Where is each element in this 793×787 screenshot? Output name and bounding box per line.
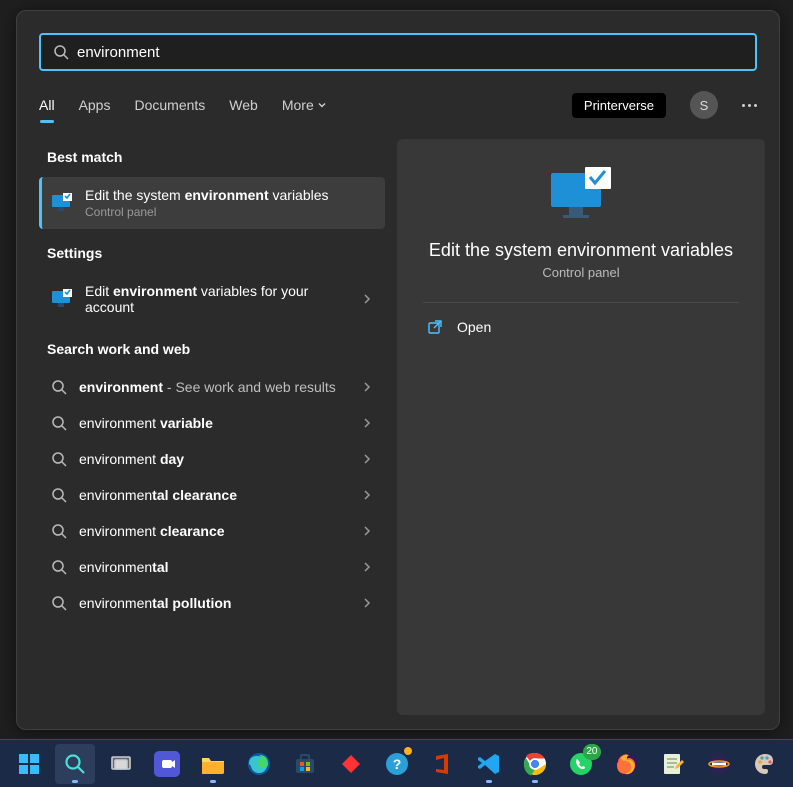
taskbar-notepad[interactable] bbox=[653, 744, 693, 784]
chevron-right-icon bbox=[361, 525, 373, 537]
control-panel-icon bbox=[51, 192, 73, 214]
section-work-web: Search work and web bbox=[39, 331, 385, 363]
chevron-right-icon bbox=[361, 489, 373, 501]
taskbar-whatsapp[interactable]: 20 bbox=[561, 744, 601, 784]
result-title: environment day bbox=[79, 451, 349, 467]
control-panel-icon bbox=[51, 288, 73, 310]
firefox-icon bbox=[615, 752, 639, 776]
search-icon bbox=[51, 487, 67, 503]
task-view-icon bbox=[110, 753, 132, 775]
result-web-5[interactable]: environmental bbox=[39, 549, 385, 585]
taskbar-firefox[interactable] bbox=[607, 744, 647, 784]
taskbar-app-red[interactable] bbox=[331, 744, 371, 784]
result-best-match[interactable]: Edit the system environment variables Co… bbox=[39, 177, 385, 229]
chevron-right-icon bbox=[361, 293, 373, 305]
search-icon bbox=[63, 752, 87, 776]
chevron-down-icon bbox=[317, 100, 327, 110]
search-icon bbox=[53, 44, 69, 60]
tab-apps[interactable]: Apps bbox=[79, 97, 111, 113]
search-input[interactable] bbox=[77, 44, 743, 61]
start-button[interactable] bbox=[9, 744, 49, 784]
result-web-4[interactable]: environment clearance bbox=[39, 513, 385, 549]
result-web-0[interactable]: environment - See work and web results bbox=[39, 369, 385, 405]
chevron-right-icon bbox=[361, 597, 373, 609]
taskbar-edge[interactable] bbox=[239, 744, 279, 784]
chevron-right-icon bbox=[361, 417, 373, 429]
result-title: Edit environment variables for your acco… bbox=[85, 283, 349, 315]
taskbar-file-explorer[interactable] bbox=[193, 744, 233, 784]
office-icon bbox=[432, 752, 454, 776]
taskbar-chrome[interactable] bbox=[515, 744, 555, 784]
tab-more[interactable]: More bbox=[282, 97, 327, 113]
result-settings-env-user[interactable]: Edit environment variables for your acco… bbox=[39, 273, 385, 325]
notepad-icon bbox=[662, 752, 684, 776]
search-icon bbox=[51, 379, 67, 395]
section-best-match: Best match bbox=[39, 139, 385, 171]
chevron-right-icon bbox=[361, 561, 373, 573]
taskbar-vscode[interactable] bbox=[469, 744, 509, 784]
edge-icon bbox=[247, 752, 271, 776]
notification-dot bbox=[403, 746, 413, 756]
taskbar-taskview[interactable] bbox=[101, 744, 141, 784]
tab-web[interactable]: Web bbox=[229, 97, 258, 113]
taskbar-help[interactable]: ? bbox=[377, 744, 417, 784]
result-title: environment - See work and web results bbox=[79, 379, 349, 395]
preview-title: Edit the system environment variables bbox=[429, 240, 733, 261]
result-web-1[interactable]: environment variable bbox=[39, 405, 385, 441]
search-icon bbox=[51, 559, 67, 575]
result-title: environmental pollution bbox=[79, 595, 349, 611]
preview-action-label: Open bbox=[457, 319, 491, 335]
taskbar-chat[interactable] bbox=[147, 744, 187, 784]
tab-all[interactable]: All bbox=[39, 97, 55, 113]
tab-documents[interactable]: Documents bbox=[134, 97, 205, 113]
user-avatar[interactable]: S bbox=[690, 91, 718, 119]
chrome-icon bbox=[523, 752, 547, 776]
taskbar-search[interactable] bbox=[55, 744, 95, 784]
section-settings: Settings bbox=[39, 235, 385, 267]
taskbar-paint[interactable] bbox=[745, 744, 785, 784]
windows-search-panel: All Apps Documents Web More Printerverse… bbox=[16, 10, 780, 730]
result-web-2[interactable]: environment day bbox=[39, 441, 385, 477]
palette-icon bbox=[753, 752, 777, 776]
eclipse-icon bbox=[707, 752, 731, 776]
store-icon bbox=[293, 752, 317, 776]
search-icon bbox=[51, 415, 67, 431]
windows-icon bbox=[17, 752, 41, 776]
vscode-icon bbox=[477, 752, 501, 776]
whatsapp-badge: 20 bbox=[583, 744, 600, 760]
taskbar-eclipse[interactable] bbox=[699, 744, 739, 784]
result-title: environment variable bbox=[79, 415, 349, 431]
taskbar: ? 20 bbox=[0, 739, 793, 787]
search-icon bbox=[51, 523, 67, 539]
taskbar-store[interactable] bbox=[285, 744, 325, 784]
filter-tabs: All Apps Documents Web More Printerverse… bbox=[17, 81, 779, 129]
teams-icon bbox=[154, 751, 180, 777]
result-title: environment clearance bbox=[79, 523, 349, 539]
diamond-icon bbox=[338, 751, 364, 777]
search-icon bbox=[51, 451, 67, 467]
rewards-chip[interactable]: Printerverse bbox=[572, 93, 666, 118]
search-icon bbox=[51, 595, 67, 611]
preview-subtitle: Control panel bbox=[542, 265, 619, 280]
preview-icon bbox=[549, 167, 613, 226]
preview-action-open[interactable]: Open bbox=[423, 303, 495, 351]
search-bar[interactable] bbox=[39, 33, 757, 71]
svg-text:?: ? bbox=[392, 756, 401, 772]
overflow-menu[interactable] bbox=[742, 104, 757, 107]
taskbar-office[interactable] bbox=[423, 744, 463, 784]
chevron-right-icon bbox=[361, 453, 373, 465]
result-web-6[interactable]: environmental pollution bbox=[39, 585, 385, 621]
result-title: environmental clearance bbox=[79, 487, 349, 503]
result-title: Edit the system environment variables bbox=[85, 187, 373, 203]
result-web-3[interactable]: environmental clearance bbox=[39, 477, 385, 513]
open-external-icon bbox=[427, 319, 443, 335]
preview-pane: Edit the system environment variables Co… bbox=[397, 139, 765, 715]
folder-icon bbox=[200, 753, 226, 775]
results-list: Best match Edit the system environment v… bbox=[39, 139, 385, 715]
result-subtitle: Control panel bbox=[85, 205, 373, 219]
chevron-right-icon bbox=[361, 381, 373, 393]
result-title: environmental bbox=[79, 559, 349, 575]
